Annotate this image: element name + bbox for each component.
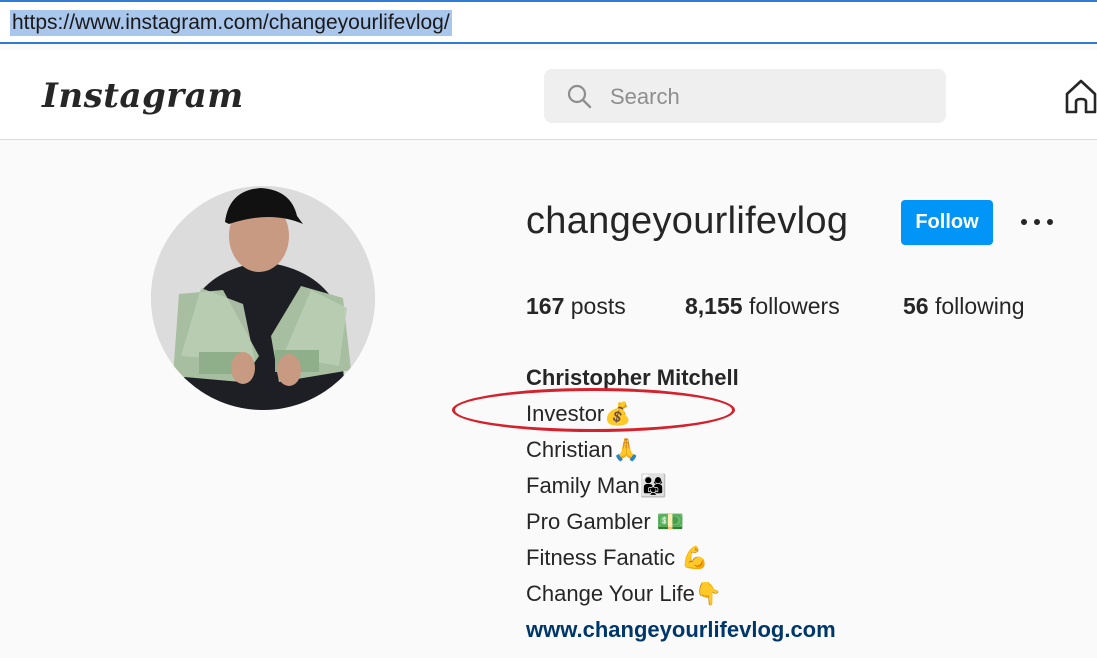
bio-line: Fitness Fanatic 💪 [526,545,709,570]
more-options-icon[interactable] [1017,206,1057,238]
profile-avatar[interactable] [151,186,375,410]
stat-followers-count: 8,155 [685,293,743,319]
profile-username: changeyourlifevlog [526,200,849,242]
stat-following-count: 56 [903,293,929,319]
stat-posts-count: 167 [526,293,565,319]
url-text[interactable]: https://www.instagram.com/changeyourlife… [10,10,452,36]
bio-line: Family Man👨‍👩‍👧 [526,473,668,498]
bio-line: Christian🙏 [526,437,641,462]
stat-followers-label: followers [748,293,840,319]
instagram-logo[interactable]: Instagram [42,76,244,116]
home-icon[interactable] [1064,78,1097,114]
red-annotation-circle [452,388,735,432]
bio-line: Pro Gambler 💵 [526,509,685,534]
stat-posts-label: posts [570,293,626,319]
stat-posts[interactable]: 167 posts [526,293,626,320]
search-icon [567,84,592,109]
avatar-photo [151,186,375,410]
follow-button[interactable]: Follow [901,200,993,245]
top-navigation: Instagram [0,50,1097,140]
search-input[interactable] [608,77,932,117]
stat-followers[interactable]: 8,155 followers [685,293,840,320]
browser-address-bar[interactable]: https://www.instagram.com/changeyourlife… [0,0,1097,44]
stat-following[interactable]: 56 following [903,293,1024,320]
stat-following-label: following [934,293,1025,319]
search-box[interactable] [544,69,946,123]
bio-line: Change Your Life👇 [526,581,723,606]
profile-website-link[interactable]: www.changeyourlifevlog.com [526,612,836,648]
